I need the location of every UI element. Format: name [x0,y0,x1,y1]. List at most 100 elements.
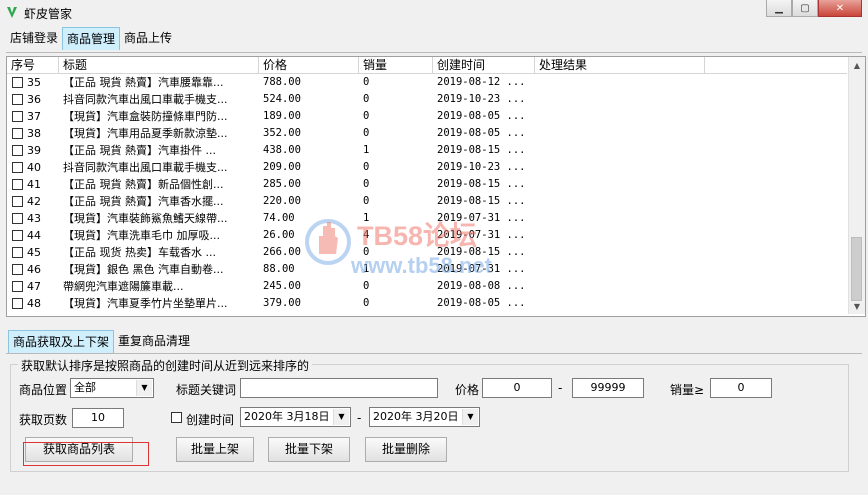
row-created: 2019-10-23 ... [437,161,526,173]
row-title: 【正品 现货 热卖】车载香水 ... [63,246,216,259]
table-row[interactable]: 36 抖音同款汽車出風口車載手機支... 524.00 0 2019-10-23… [7,91,847,108]
col-header-result[interactable]: 处理结果 [535,57,705,73]
row-created: 2019-08-08 ... [437,280,526,292]
main-window: 虾皮管家 ▁ ▢ ✕ 店铺登录 商品管理 商品上传 序号 标题 价格 销量 创建… [0,0,868,495]
row-checkbox[interactable] [12,281,23,292]
row-sales: 0 [363,127,370,139]
row-price: 209.00 [263,161,301,173]
table-row[interactable]: 39 【正品 現貨 熱賣】汽車掛件 ... 438.00 1 2019-08-1… [7,142,847,159]
table-row[interactable]: 38 【現貨】汽車用品夏季新款涼墊... 352.00 0 2019-08-05… [7,125,847,142]
row-sales: 0 [363,76,370,88]
col-header-created[interactable]: 创建时间 [433,57,535,73]
sales-min-input[interactable]: 0 [710,378,772,398]
groupbox-title: 获取默认排序是按照商品的创建时间从近到远来排序的 [18,357,313,374]
row-sales: 0 [363,195,370,207]
row-checkbox[interactable] [12,145,23,156]
row-title: 【現貨】汽車洗車毛巾 加厚吸... [63,229,220,242]
row-sales: 0 [363,110,370,122]
row-created: 2019-10-23 ... [437,93,526,105]
col-header-index[interactable]: 序号 [7,57,59,73]
row-checkbox[interactable] [12,264,23,275]
tab-fetch-and-listing[interactable]: 商品获取及上下架 [8,330,115,353]
row-index: 46 [27,263,41,276]
row-checkbox[interactable] [12,213,23,224]
row-checkbox[interactable] [12,111,23,122]
row-checkbox[interactable] [12,128,23,139]
watermark-hand-icon [305,219,351,265]
row-checkbox[interactable] [12,179,23,190]
row-index: 35 [27,76,41,89]
maximize-button[interactable]: ▢ [792,0,818,17]
col-header-price[interactable]: 价格 [259,57,359,73]
table-row[interactable]: 35 【正品 現貨 熱賣】汽車腰靠靠... 788.00 0 2019-08-1… [7,74,847,91]
row-title: 【正品 現貨 熱賣】汽車腰靠靠... [63,76,224,89]
row-title: 【現貨】汽車用品夏季新款涼墊... [63,127,228,140]
chevron-down-icon: ▼ [462,409,478,425]
tab-product-management[interactable]: 商品管理 [62,27,121,50]
row-index: 36 [27,93,41,106]
table-row[interactable]: 37 【現貨】汽車盒裝防撞條車門防... 189.00 0 2019-08-05… [7,108,847,125]
row-checkbox[interactable] [12,77,23,88]
table-row[interactable]: 48 【現貨】汽車夏季竹片坐墊單片... 379.00 0 2019-08-05… [7,295,847,312]
batch-list-button[interactable]: 批量上架 [176,437,254,462]
table-row[interactable]: 47 帶網兜汽車遮陽簾車載... 245.00 0 2019-08-08 ... [7,278,847,295]
row-title: 【現貨】汽車盒裝防撞條車門防... [63,110,228,123]
row-index: 39 [27,144,41,157]
highlight-annotation [23,442,149,466]
price-separator: - [558,381,563,395]
row-price: 352.00 [263,127,301,139]
date-to-picker[interactable]: 2020年 3月20日 ▼ [369,407,480,427]
scroll-thumb[interactable] [851,237,862,301]
row-created: 2019-08-05 ... [437,110,526,122]
tab-product-upload[interactable]: 商品上传 [120,27,176,49]
row-checkbox[interactable] [12,94,23,105]
batch-delist-button[interactable]: 批量下架 [268,437,350,462]
price-max-input[interactable]: 99999 [572,378,644,398]
row-index: 42 [27,195,41,208]
scroll-down-icon[interactable]: ▼ [849,298,865,314]
table-row[interactable]: 41 【正品 現貨 熱賣】新品個性創... 285.00 0 2019-08-1… [7,176,847,193]
price-min-input[interactable]: 0 [482,378,552,398]
maximize-icon: ▢ [800,2,810,14]
tab-store-login[interactable]: 店铺登录 [6,27,62,49]
price-label: 价格 [455,383,480,397]
vertical-scrollbar[interactable]: ▲ ▼ [848,57,865,314]
row-sales: 0 [363,178,370,190]
row-price: 285.00 [263,178,301,190]
date-from-value: 2020年 3月18日 [244,410,330,423]
minimize-button[interactable]: ▁ [766,0,792,17]
table-row[interactable]: 40 抖音同款汽車出風口車載手機支... 209.00 0 2019-10-23… [7,159,847,176]
row-sales: 0 [363,93,370,105]
row-checkbox[interactable] [12,247,23,258]
row-checkbox[interactable] [12,162,23,173]
row-created: 2019-08-05 ... [437,297,526,309]
row-index: 47 [27,280,41,293]
row-price: 245.00 [263,280,301,292]
row-sales: 0 [363,161,370,173]
tab-duplicate-cleanup[interactable]: 重复商品清理 [114,330,194,352]
close-icon: ✕ [835,2,845,14]
table-row[interactable]: 42 【正品 現貨 熱賣】汽車香水擺... 220.00 0 2019-08-1… [7,193,847,210]
list-header: 序号 标题 价格 销量 创建时间 处理结果 [7,57,847,74]
row-checkbox[interactable] [12,230,23,241]
col-header-title[interactable]: 标题 [59,57,259,73]
keyword-input[interactable] [240,378,438,398]
pages-input[interactable]: 10 [72,408,124,428]
row-created: 2019-08-05 ... [437,127,526,139]
row-index: 45 [27,246,41,259]
col-header-sales[interactable]: 销量 [359,57,433,73]
location-select[interactable]: 全部 ▼ [70,378,154,398]
close-button[interactable]: ✕ [818,0,862,17]
row-price: 379.00 [263,297,301,309]
created-time-label: 创建时间 [186,413,235,427]
row-checkbox[interactable] [12,196,23,207]
row-checkbox[interactable] [12,298,23,309]
row-index: 37 [27,110,41,123]
created-time-checkbox[interactable] [171,412,182,423]
row-created: 2019-08-15 ... [437,195,526,207]
row-title: 【現貨】銀色 黑色 汽車自動卷... [63,263,224,276]
scroll-up-icon[interactable]: ▲ [849,57,865,73]
title-bar: 虾皮管家 ▁ ▢ ✕ [0,0,868,26]
batch-delete-button[interactable]: 批量删除 [365,437,447,462]
date-from-picker[interactable]: 2020年 3月18日 ▼ [240,407,351,427]
